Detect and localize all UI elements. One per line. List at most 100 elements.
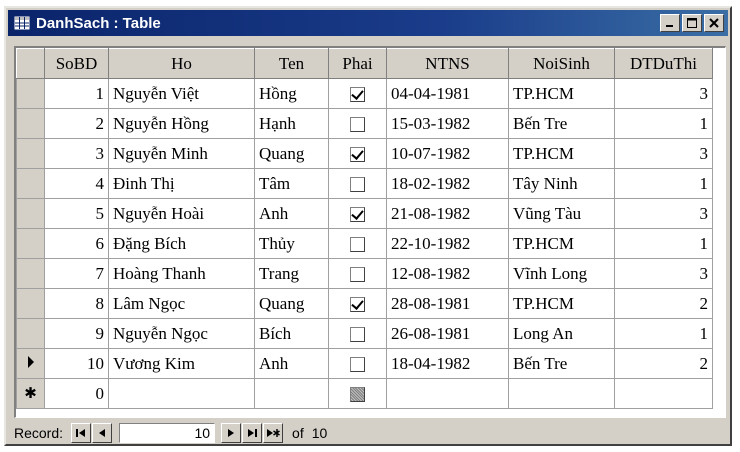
cell-ntns[interactable]: 10-07-1982 bbox=[386, 138, 509, 169]
cell-ntns[interactable]: 04-04-1981 bbox=[386, 78, 509, 109]
cell-ten[interactable]: Tâm bbox=[254, 168, 329, 199]
minimize-button[interactable] bbox=[660, 14, 680, 32]
table-row[interactable]: 3 Nguyễn Minh Quang 10-07-1982 TP.HCM 3 bbox=[16, 138, 713, 169]
column-header-sobd[interactable]: SoBD bbox=[44, 48, 109, 79]
cell-phai[interactable] bbox=[328, 108, 387, 139]
phai-checkbox-default[interactable] bbox=[350, 387, 365, 403]
close-button[interactable] bbox=[704, 14, 724, 32]
cell-ten[interactable]: Trang bbox=[254, 258, 329, 289]
column-header-phai[interactable]: Phai bbox=[328, 48, 387, 79]
cell-ten[interactable]: Quang bbox=[254, 288, 329, 319]
cell-ho[interactable]: Đặng Bích bbox=[108, 228, 255, 259]
phai-checkbox[interactable] bbox=[350, 147, 365, 163]
cell-ten[interactable]: Anh bbox=[254, 348, 329, 379]
table-row[interactable]: 5 Nguyễn Hoài Anh 21-08-1982 Vũng Tàu 3 bbox=[16, 198, 713, 229]
cell-noisinh[interactable]: Bến Tre bbox=[508, 348, 615, 379]
select-all-corner[interactable] bbox=[16, 48, 45, 79]
phai-checkbox[interactable] bbox=[350, 297, 365, 313]
cell-ten[interactable]: Hạnh bbox=[254, 108, 329, 139]
new-cell-ho[interactable] bbox=[108, 378, 255, 409]
table-row[interactable]: 8 Lâm Ngọc Quang 28-08-1981 TP.HCM 2 bbox=[16, 288, 713, 319]
cell-ten[interactable]: Hồng bbox=[254, 78, 329, 109]
new-cell-dtduthi[interactable] bbox=[614, 378, 713, 409]
cell-phai[interactable] bbox=[328, 258, 387, 289]
cell-ho[interactable]: Đinh Thị bbox=[108, 168, 255, 199]
cell-dtduthi[interactable]: 1 bbox=[614, 228, 713, 259]
row-selector[interactable] bbox=[16, 138, 45, 169]
cell-phai[interactable] bbox=[328, 198, 387, 229]
cell-ten[interactable]: Quang bbox=[254, 138, 329, 169]
new-record-row[interactable]: ✱ 0 bbox=[16, 378, 713, 409]
table-row[interactable]: 10 Vương Kim Anh 18-04-1982 Bến Tre 2 bbox=[16, 348, 713, 379]
new-cell-ntns[interactable] bbox=[386, 378, 509, 409]
cell-sobd[interactable]: 5 bbox=[44, 198, 109, 229]
cell-noisinh[interactable]: Vĩnh Long bbox=[508, 258, 615, 289]
cell-noisinh[interactable]: TP.HCM bbox=[508, 138, 615, 169]
table-row[interactable]: 2 Nguyễn Hồng Hạnh 15-03-1982 Bến Tre 1 bbox=[16, 108, 713, 139]
cell-noisinh[interactable]: Vũng Tàu bbox=[508, 198, 615, 229]
title-bar[interactable]: DanhSach : Table bbox=[8, 10, 728, 36]
cell-ntns[interactable]: 28-08-1981 bbox=[386, 288, 509, 319]
new-row-marker[interactable]: ✱ bbox=[16, 378, 45, 409]
cell-sobd[interactable]: 10 bbox=[44, 348, 109, 379]
cell-dtduthi[interactable]: 1 bbox=[614, 318, 713, 349]
cell-ntns[interactable]: 26-08-1981 bbox=[386, 318, 509, 349]
cell-dtduthi[interactable]: 3 bbox=[614, 78, 713, 109]
last-record-button[interactable] bbox=[242, 423, 263, 443]
column-header-ho[interactable]: Ho bbox=[108, 48, 255, 79]
cell-phai[interactable] bbox=[328, 348, 387, 379]
phai-checkbox[interactable] bbox=[350, 357, 365, 373]
cell-dtduthi[interactable]: 2 bbox=[614, 348, 713, 379]
first-record-button[interactable] bbox=[71, 423, 92, 443]
cell-sobd[interactable]: 6 bbox=[44, 228, 109, 259]
cell-phai[interactable] bbox=[328, 78, 387, 109]
row-selector[interactable] bbox=[16, 228, 45, 259]
phai-checkbox[interactable] bbox=[350, 117, 365, 133]
cell-ten[interactable]: Anh bbox=[254, 198, 329, 229]
cell-ho[interactable]: Nguyễn Ngọc bbox=[108, 318, 255, 349]
cell-ho[interactable]: Nguyễn Việt bbox=[108, 78, 255, 109]
cell-ntns[interactable]: 12-08-1982 bbox=[386, 258, 509, 289]
cell-ho[interactable]: Hoàng Thanh bbox=[108, 258, 255, 289]
cell-ntns[interactable]: 18-04-1982 bbox=[386, 348, 509, 379]
cell-sobd[interactable]: 7 bbox=[44, 258, 109, 289]
new-cell-noisinh[interactable] bbox=[508, 378, 615, 409]
column-header-ntns[interactable]: NTNS bbox=[386, 48, 509, 79]
column-header-dtduthi[interactable]: DTDuThi bbox=[614, 48, 713, 79]
cell-noisinh[interactable]: Tây Ninh bbox=[508, 168, 615, 199]
cell-dtduthi[interactable]: 1 bbox=[614, 168, 713, 199]
column-header-noisinh[interactable]: NoiSinh bbox=[508, 48, 615, 79]
cell-noisinh[interactable]: TP.HCM bbox=[508, 78, 615, 109]
cell-noisinh[interactable]: Bến Tre bbox=[508, 108, 615, 139]
cell-phai[interactable] bbox=[328, 288, 387, 319]
cell-ho[interactable]: Lâm Ngọc bbox=[108, 288, 255, 319]
table-row[interactable]: 7 Hoàng Thanh Trang 12-08-1982 Vĩnh Long 3 bbox=[16, 258, 713, 289]
cell-dtduthi[interactable]: 3 bbox=[614, 258, 713, 289]
phai-checkbox[interactable] bbox=[350, 237, 365, 253]
phai-checkbox[interactable] bbox=[350, 87, 365, 103]
table-row[interactable]: 6 Đặng Bích Thủy 22-10-1982 TP.HCM 1 bbox=[16, 228, 713, 259]
record-number-input[interactable]: 10 bbox=[119, 423, 216, 443]
cell-ho[interactable]: Vương Kim bbox=[108, 348, 255, 379]
row-selector[interactable] bbox=[16, 78, 45, 109]
cell-ho[interactable]: Nguyễn Minh bbox=[108, 138, 255, 169]
cell-sobd[interactable]: 8 bbox=[44, 288, 109, 319]
new-record-button[interactable] bbox=[263, 423, 284, 443]
cell-phai[interactable] bbox=[328, 318, 387, 349]
row-selector[interactable] bbox=[16, 168, 45, 199]
phai-checkbox[interactable] bbox=[350, 207, 365, 223]
row-selector[interactable] bbox=[16, 198, 45, 229]
cell-dtduthi[interactable]: 3 bbox=[614, 138, 713, 169]
cell-ntns[interactable]: 21-08-1982 bbox=[386, 198, 509, 229]
new-cell-sobd[interactable]: 0 bbox=[44, 378, 109, 409]
cell-dtduthi[interactable]: 1 bbox=[614, 108, 713, 139]
phai-checkbox[interactable] bbox=[350, 267, 365, 283]
row-selector[interactable] bbox=[16, 258, 45, 289]
previous-record-button[interactable] bbox=[92, 423, 113, 443]
cell-ntns[interactable]: 18-02-1982 bbox=[386, 168, 509, 199]
new-cell-ten[interactable] bbox=[254, 378, 329, 409]
cell-ho[interactable]: Nguyễn Hồng bbox=[108, 108, 255, 139]
row-selector[interactable] bbox=[16, 318, 45, 349]
maximize-button[interactable] bbox=[682, 14, 702, 32]
new-cell-phai[interactable] bbox=[328, 378, 387, 409]
